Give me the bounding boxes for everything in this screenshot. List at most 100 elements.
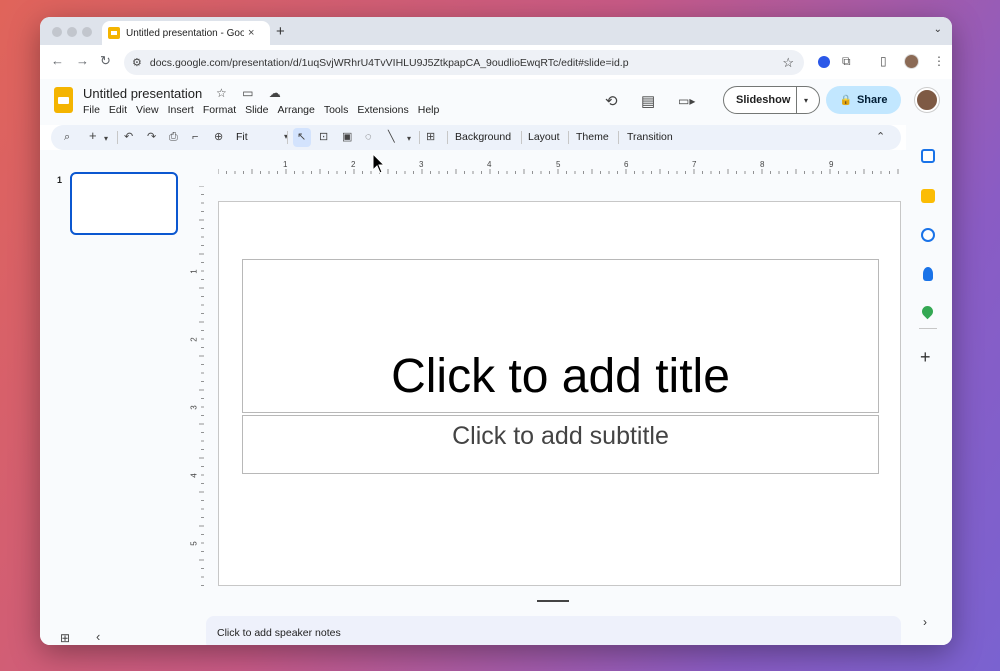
paint-format-icon[interactable]: ⌐: [192, 130, 198, 144]
ruler-label: 1: [189, 269, 199, 274]
maps-icon[interactable]: [919, 303, 936, 320]
menu-bar: File Edit View Insert Format Slide Arran…: [83, 104, 448, 116]
hide-menus-icon[interactable]: ⌃: [876, 130, 885, 144]
slide-canvas[interactable]: Click to add title Click to add subtitle: [218, 201, 901, 586]
ruler-label: 3: [189, 405, 199, 410]
bookmark-star-icon[interactable]: ☆: [782, 55, 794, 71]
slideshow-dropdown-icon[interactable]: ▾: [797, 96, 808, 105]
ruler-label: 2: [189, 337, 199, 342]
keep-icon[interactable]: [921, 189, 935, 203]
theme-button[interactable]: Theme: [576, 131, 609, 143]
add-comment-icon[interactable]: ⊞: [426, 130, 435, 144]
horizontal-ruler[interactable]: 1 2 3 4 5 6 7 8 9: [217, 160, 901, 174]
side-panel-separator: [919, 328, 937, 329]
address-bar[interactable]: ⚙ docs.google.com/presentation/d/1uqSvjW…: [124, 50, 804, 75]
ruler-label: 1: [283, 160, 288, 169]
menu-tools[interactable]: Tools: [324, 104, 349, 116]
speaker-notes[interactable]: Click to add speaker notes: [206, 616, 901, 645]
tab-close-icon[interactable]: ×: [248, 27, 254, 39]
insert-image-icon[interactable]: ▣: [342, 130, 352, 144]
mouse-cursor-icon: [372, 153, 386, 174]
notes-resize-handle[interactable]: [537, 600, 569, 602]
menu-arrange[interactable]: Arrange: [277, 104, 314, 116]
slide-number: 1: [57, 175, 63, 185]
extension-icon[interactable]: [818, 56, 830, 68]
forward-icon[interactable]: →: [76, 53, 89, 68]
grid-view-icon[interactable]: ⊞: [60, 631, 70, 645]
title-actions-icons[interactable]: ☆ ▭ ☁: [216, 86, 287, 100]
puzzle-icon[interactable]: ⧉: [842, 54, 851, 69]
side-panel-icon[interactable]: ▯: [880, 54, 887, 68]
slideshow-button[interactable]: Slideshow ▾: [723, 86, 820, 114]
vertical-ruler-ticks: [199, 185, 204, 586]
menu-view[interactable]: View: [136, 104, 159, 116]
layout-button[interactable]: Layout: [528, 131, 560, 143]
back-icon[interactable]: ←: [51, 53, 64, 68]
menu-edit[interactable]: Edit: [109, 104, 127, 116]
toolbar-separator: [521, 131, 522, 144]
tab-strip: Untitled presentation - Google Slides × …: [40, 17, 952, 45]
menu-extensions[interactable]: Extensions: [357, 104, 408, 116]
site-info-icon[interactable]: ⚙: [132, 56, 142, 69]
print-icon[interactable]: ⎙: [169, 130, 178, 144]
collapse-filmstrip-icon[interactable]: ‹: [96, 629, 100, 644]
select-tool-icon[interactable]: ↖: [297, 130, 306, 144]
window-zoom-button[interactable]: [82, 27, 92, 37]
shape-icon[interactable]: ◌: [365, 130, 372, 144]
slides-favicon-icon: [108, 27, 120, 39]
comments-icon[interactable]: ▤: [641, 92, 655, 110]
side-panel: + ›: [906, 125, 952, 645]
slides-logo-icon[interactable]: [54, 87, 73, 113]
share-button[interactable]: 🔒 Share: [826, 86, 901, 114]
undo-icon[interactable]: ↶: [124, 130, 133, 144]
get-addons-icon[interactable]: +: [920, 347, 931, 368]
new-tab-button[interactable]: +: [276, 23, 285, 40]
browser-tab[interactable]: Untitled presentation - Google Slides ×: [102, 21, 270, 45]
expand-side-panel-icon[interactable]: ›: [923, 615, 927, 629]
vertical-ruler[interactable]: 1 2 3 4 5: [189, 185, 204, 586]
search-menus-icon[interactable]: ⌕: [64, 130, 70, 144]
version-history-icon[interactable]: ⟲: [605, 92, 618, 110]
textbox-icon[interactable]: ⊡: [319, 130, 328, 144]
menu-format[interactable]: Format: [203, 104, 236, 116]
tasks-icon[interactable]: [921, 228, 935, 242]
toolbar-separator: [447, 131, 448, 144]
redo-icon[interactable]: ↷: [147, 130, 156, 144]
share-label: Share: [856, 94, 888, 106]
calendar-icon[interactable]: [921, 149, 935, 163]
title-placeholder-text: Click to add title: [391, 350, 730, 403]
meet-video-icon[interactable]: ▭▸: [678, 94, 695, 108]
document-title[interactable]: Untitled presentation: [83, 86, 202, 101]
background-button[interactable]: Background: [455, 131, 511, 143]
profile-avatar[interactable]: [904, 54, 919, 69]
slide-thumbnail[interactable]: [70, 172, 178, 235]
menu-help[interactable]: Help: [418, 104, 440, 116]
tab-title: Untitled presentation - Google Slides: [126, 27, 244, 39]
window-close-button[interactable]: [52, 27, 62, 37]
editing-toolbar: ⌕ + ▾ ↶ ↷ ⎙ ⌐ ⊕ Fit ▾ ↖ ⊡ ▣ ◌ ╲ ▾ ⊞ Back…: [51, 125, 901, 150]
toolbar-separator: [419, 131, 420, 144]
contacts-icon[interactable]: [923, 267, 933, 281]
menu-slide[interactable]: Slide: [245, 104, 268, 116]
menu-file[interactable]: File: [83, 104, 100, 116]
new-slide-dropdown-icon[interactable]: ▾: [104, 132, 108, 146]
new-slide-icon[interactable]: +: [89, 129, 97, 143]
workspace: 1 1 2 3 4 5 6 7 8 9 1 2 3 4 5 Click to a…: [40, 150, 952, 645]
line-icon[interactable]: ╲: [388, 130, 395, 144]
subtitle-placeholder[interactable]: Click to add subtitle: [242, 415, 879, 474]
subtitle-placeholder-text: Click to add subtitle: [452, 422, 669, 450]
browser-menu-icon[interactable]: ⋮: [933, 54, 945, 68]
menu-insert[interactable]: Insert: [168, 104, 194, 116]
ruler-label: 4: [487, 160, 492, 169]
zoom-icon[interactable]: ⊕: [214, 130, 223, 144]
lock-icon: 🔒: [839, 94, 852, 106]
window-minimize-button[interactable]: [67, 27, 77, 37]
transition-button[interactable]: Transition: [627, 131, 673, 143]
reload-icon[interactable]: ↻: [100, 53, 111, 69]
ruler-label: 2: [351, 160, 356, 169]
line-dropdown-icon[interactable]: ▾: [407, 132, 411, 146]
tab-search-icon[interactable]: ⌄: [934, 24, 942, 35]
account-avatar[interactable]: [915, 88, 939, 112]
zoom-select[interactable]: Fit: [236, 131, 248, 143]
title-placeholder[interactable]: Click to add title: [242, 259, 879, 413]
